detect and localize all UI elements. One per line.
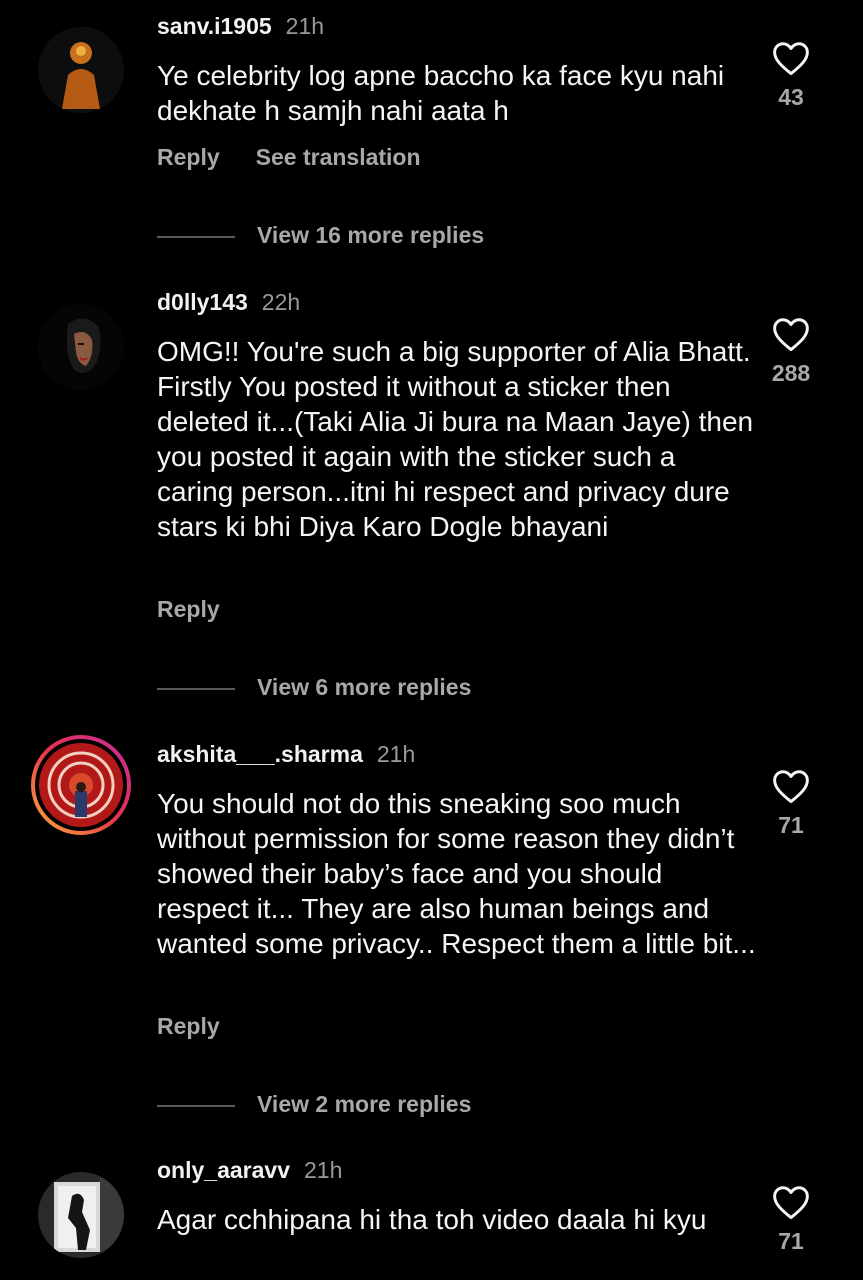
comment-header: akshita___.sharma 21h bbox=[157, 741, 415, 768]
like-control: 43 bbox=[762, 40, 820, 111]
view-replies-label: View 2 more replies bbox=[257, 1091, 472, 1117]
username[interactable]: only_aaravv bbox=[157, 1157, 290, 1183]
avatar[interactable] bbox=[38, 304, 124, 390]
timestamp: 21h bbox=[285, 13, 325, 39]
view-replies-button[interactable]: View 16 more replies bbox=[157, 222, 484, 249]
view-replies-label: View 16 more replies bbox=[257, 222, 485, 248]
heart-icon[interactable] bbox=[771, 316, 811, 352]
avatar[interactable] bbox=[38, 27, 124, 113]
timestamp: 21h bbox=[303, 1157, 343, 1183]
comment-header: only_aaravv 21h bbox=[157, 1157, 342, 1184]
like-count: 71 bbox=[778, 812, 804, 838]
timestamp: 21h bbox=[376, 741, 416, 767]
comment-actions: Reply bbox=[157, 1013, 256, 1040]
like-count: 288 bbox=[771, 360, 811, 386]
like-count: 71 bbox=[778, 1228, 804, 1254]
comment-actions: Reply bbox=[157, 596, 256, 623]
like-control: 288 bbox=[762, 316, 820, 387]
like-control: 71 bbox=[762, 768, 820, 839]
comment-header: d0lly143 22h bbox=[157, 289, 300, 316]
divider-line bbox=[157, 235, 235, 238]
heart-icon[interactable] bbox=[771, 40, 811, 76]
divider-line bbox=[157, 687, 235, 690]
avatar[interactable] bbox=[38, 1172, 124, 1258]
like-control: 71 bbox=[762, 1184, 820, 1255]
reply-button[interactable]: Reply bbox=[157, 596, 220, 622]
comment-text: You should not do this sneaking soo much… bbox=[157, 788, 756, 959]
timestamp: 22h bbox=[261, 289, 301, 315]
reply-button[interactable]: Reply bbox=[157, 144, 220, 170]
heart-icon[interactable] bbox=[771, 1184, 811, 1220]
divider-line bbox=[157, 1104, 235, 1107]
view-replies-button[interactable]: View 2 more replies bbox=[157, 1091, 471, 1118]
heart-icon[interactable] bbox=[771, 768, 811, 804]
like-count: 43 bbox=[778, 84, 804, 110]
avatar-story-ring[interactable] bbox=[29, 733, 133, 837]
view-replies-button[interactable]: View 6 more replies bbox=[157, 674, 471, 701]
reply-button[interactable]: Reply bbox=[157, 1013, 220, 1039]
username[interactable]: akshita___.sharma bbox=[157, 741, 363, 767]
see-translation-button[interactable]: See translation bbox=[256, 144, 421, 170]
comment-text: Agar cchhipana hi tha toh video daala hi… bbox=[157, 1204, 707, 1235]
comment-actions: Reply See translation bbox=[157, 144, 457, 171]
username[interactable]: d0lly143 bbox=[157, 289, 248, 315]
username[interactable]: sanv.i1905 bbox=[157, 13, 272, 39]
comment-header: sanv.i1905 21h bbox=[157, 13, 324, 40]
view-replies-label: View 6 more replies bbox=[257, 674, 472, 700]
comment-text: OMG!! You're such a big supporter of Ali… bbox=[157, 336, 754, 542]
comment-text: Ye celebrity log apne baccho ka face kyu… bbox=[157, 60, 725, 126]
